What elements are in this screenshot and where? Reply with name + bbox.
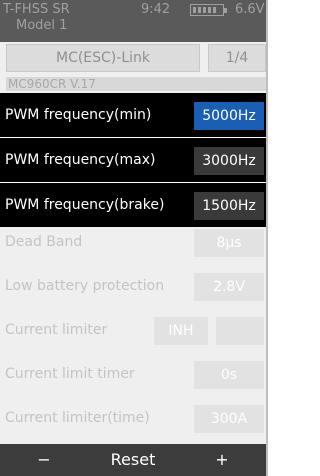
pwm-min-value[interactable]: 5000Hz bbox=[194, 102, 264, 130]
page-indicator-button[interactable]: 1/4 bbox=[208, 44, 266, 72]
esc-version-label: MC960CR V.17 bbox=[6, 77, 266, 91]
setting-label: Current limiter bbox=[5, 322, 108, 338]
setting-label: PWM frequency(min) bbox=[5, 107, 152, 123]
pwm-brake-value[interactable]: 1500Hz bbox=[194, 192, 264, 220]
clock: 9:42 bbox=[141, 2, 171, 17]
setting-row-pwm-min: PWM frequency(min) 5000Hz bbox=[0, 93, 266, 137]
current-limiter-value[interactable]: INH bbox=[154, 317, 208, 345]
reset-button[interactable]: Reset bbox=[88, 444, 178, 476]
esc-link-button[interactable]: MC(ESC)-Link bbox=[6, 44, 200, 72]
setting-row-pwm-max: PWM frequency(max) 3000Hz bbox=[0, 138, 266, 182]
esc-settings-screen: T-FHSS SR 9:42 6.6V Model 1 MC(ESC)-Link… bbox=[0, 0, 268, 476]
footer-bar: − Reset + bbox=[0, 444, 266, 476]
current-limit-timer-value[interactable]: 0s bbox=[194, 361, 264, 389]
increment-button[interactable]: + bbox=[178, 444, 266, 476]
pwm-max-value[interactable]: 3000Hz bbox=[194, 147, 264, 175]
setting-row-current-limit-timer: Current limit timer 0s bbox=[0, 352, 266, 396]
setting-row-current-limiter: Current limiter INH bbox=[0, 308, 266, 352]
current-limiter-time-value[interactable]: 300A bbox=[194, 405, 264, 433]
system-label: T-FHSS SR bbox=[3, 2, 70, 17]
decrement-button[interactable]: − bbox=[0, 444, 88, 476]
setting-row-current-limiter-time: Current limiter(time) 300A bbox=[0, 396, 266, 440]
voltage-readout: 6.6V bbox=[235, 2, 265, 17]
model-name: Model 1 bbox=[16, 18, 68, 33]
setting-label: Dead Band bbox=[5, 234, 83, 250]
setting-label: Current limit timer bbox=[5, 366, 135, 382]
battery-icon bbox=[190, 4, 227, 16]
status-header: T-FHSS SR 9:42 6.6V Model 1 bbox=[0, 0, 266, 42]
setting-row-dead-band: Dead Band 8μs bbox=[0, 220, 266, 264]
setting-label: Current limiter(time) bbox=[5, 410, 150, 426]
current-limiter-value-2[interactable] bbox=[216, 317, 264, 345]
setting-label: PWM frequency(max) bbox=[5, 152, 156, 168]
setting-label: Low battery protection bbox=[5, 278, 165, 294]
low-battery-value[interactable]: 2.8V bbox=[194, 273, 264, 301]
dead-band-value[interactable]: 8μs bbox=[194, 229, 264, 257]
setting-row-low-battery: Low battery protection 2.8V bbox=[0, 264, 266, 308]
